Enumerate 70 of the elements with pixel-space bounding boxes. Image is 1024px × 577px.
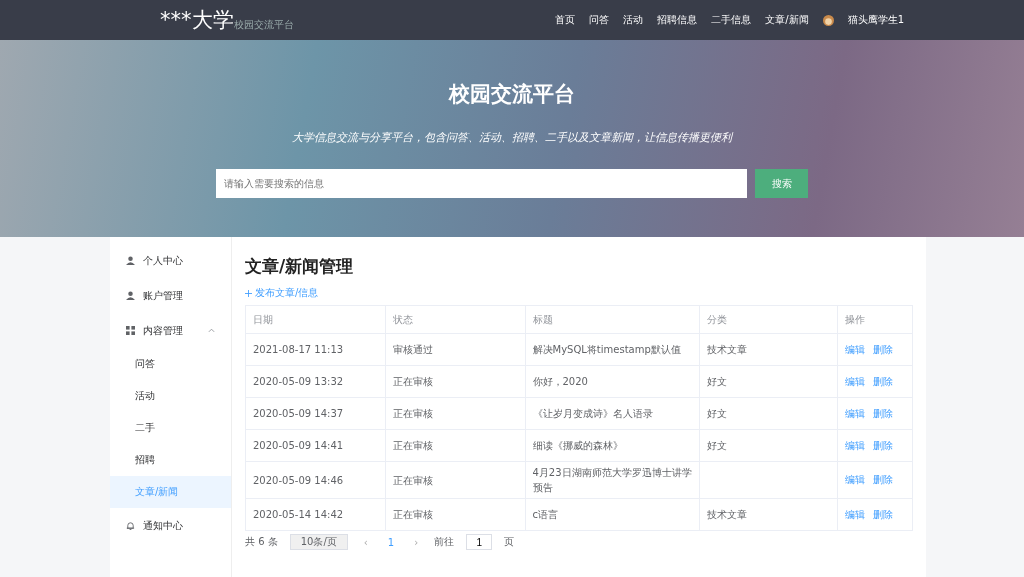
person-icon <box>126 291 135 300</box>
date-cell: 2020-05-14 14:42 <box>245 498 386 531</box>
edit-link[interactable]: 编辑 <box>845 507 865 522</box>
edit-link[interactable]: 编辑 <box>845 342 865 357</box>
sidebar-subitem[interactable]: 招聘 <box>110 444 231 476</box>
edit-link[interactable]: 编辑 <box>845 438 865 453</box>
status-cell: 正在审核 <box>385 365 525 398</box>
nav-link[interactable]: 文章/新闻 <box>765 13 809 27</box>
title-cell: 解决MySQL将timestamp默认值 <box>525 333 700 366</box>
user-name[interactable]: 猫头鹰学生1 <box>847 13 904 27</box>
date-cell: 2020-05-09 14:37 <box>245 397 386 430</box>
sidebar-label: 个人中心 <box>143 253 183 268</box>
title-cell: 细读《挪威的森林》 <box>525 429 700 462</box>
edit-link[interactable]: 编辑 <box>845 374 865 389</box>
category-cell: 好文 <box>699 429 838 462</box>
page-title: 文章/新闻管理 <box>245 255 355 278</box>
goto-label: 前往 <box>434 535 455 549</box>
status-cell: 正在审核 <box>385 461 525 499</box>
sidebar-item[interactable]: 内容管理 <box>110 313 231 348</box>
sidebar-label: 通知中心 <box>143 518 183 533</box>
person-icon <box>126 256 135 265</box>
category-cell: 技术文章 <box>699 333 838 366</box>
nav-link[interactable]: 招聘信息 <box>657 13 698 27</box>
column-header: 操作 <box>837 305 913 334</box>
title-cell: 你好，2020 <box>525 365 700 398</box>
plus-icon <box>245 289 252 297</box>
total-count: 共 6 条 <box>245 535 278 549</box>
column-header: 标题 <box>525 305 700 334</box>
date-cell: 2021-08-17 11:13 <box>245 333 386 366</box>
sidebar-item[interactable]: 个人中心 <box>110 243 231 278</box>
date-cell: 2020-05-09 14:41 <box>245 429 386 462</box>
avatar-icon[interactable] <box>822 14 834 26</box>
page-size-select[interactable]: 10条/页 <box>289 534 348 550</box>
column-header: 状态 <box>385 305 525 334</box>
page-suffix: 页 <box>504 535 515 549</box>
grid-icon <box>126 326 135 335</box>
status-cell: 正在审核 <box>385 429 525 462</box>
edit-link[interactable]: 编辑 <box>845 473 865 487</box>
sidebar-subitem[interactable]: 二手 <box>110 412 231 444</box>
status-cell: 正在审核 <box>385 397 525 430</box>
title-cell: 《让岁月变成诗》名人语录 <box>525 397 700 430</box>
category-cell: 技术文章 <box>699 498 838 531</box>
logo-subtitle: 校园交流平台 <box>233 18 294 32</box>
date-cell: 2020-05-09 13:32 <box>245 365 386 398</box>
site-logo[interactable]: ***大学 <box>160 6 234 34</box>
column-header: 日期 <box>245 305 386 334</box>
banner-subtitle: 大学信息交流与分享平台，包含问答、活动、招聘、二手以及文章新闻，让信息传播更便利 <box>292 130 732 145</box>
status-cell: 审核通过 <box>385 333 525 366</box>
date-cell: 2020-05-09 14:46 <box>245 461 386 499</box>
sidebar-item[interactable]: 账户管理 <box>110 278 231 313</box>
status-cell: 正在审核 <box>385 498 525 531</box>
nav-link[interactable]: 二手信息 <box>711 13 752 27</box>
sidebar-subitem[interactable]: 活动 <box>110 380 231 412</box>
sidebar-label: 内容管理 <box>143 323 183 338</box>
category-cell: 好文 <box>699 365 838 398</box>
nav-link[interactable]: 问答 <box>589 13 610 27</box>
title-cell: c语言 <box>525 498 700 531</box>
bell-icon <box>126 521 135 530</box>
search-field[interactable]: 请输入需要搜索的信息 <box>216 169 747 198</box>
sidebar-subitem[interactable]: 问答 <box>110 348 231 380</box>
column-header: 分类 <box>699 305 838 334</box>
banner-title: 校园交流平台 <box>449 81 575 108</box>
goto-field[interactable]: 1 <box>466 534 493 550</box>
edit-link[interactable]: 编辑 <box>845 406 865 421</box>
title-cell: 4月23日湖南师范大学罗迅博士讲学预告 <box>525 461 700 499</box>
sidebar-item[interactable]: 通知中心 <box>110 508 231 543</box>
nav-link[interactable]: 活动 <box>623 13 644 27</box>
category-cell: 好文 <box>699 397 838 430</box>
nav-link[interactable]: 首页 <box>555 13 576 27</box>
sidebar-label: 账户管理 <box>143 288 183 303</box>
